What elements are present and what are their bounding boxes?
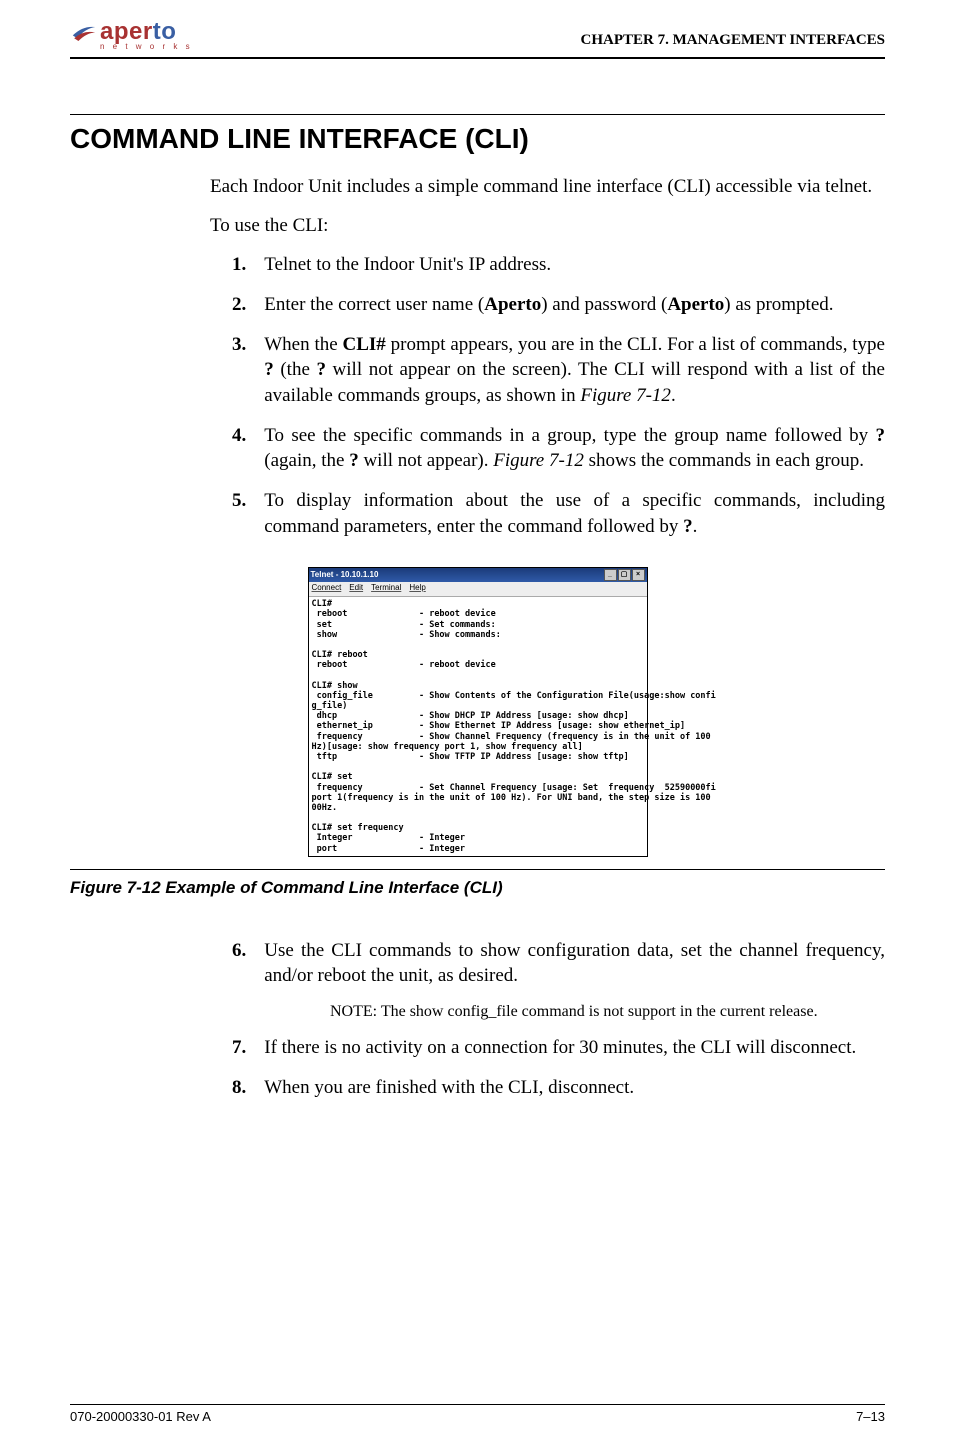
- maximize-icon: ▢: [618, 569, 631, 581]
- menu-help: Help: [409, 583, 425, 595]
- figure-rule: [70, 869, 885, 870]
- logo-subtext: n e t w o r k s: [100, 43, 193, 51]
- step-2-text: Enter the correct user name (Aperto) and…: [264, 292, 833, 318]
- step-7: 7.If there is no activity on a connectio…: [232, 1035, 885, 1061]
- lead-paragraph: To use the CLI:: [210, 214, 885, 239]
- footer-right: 7–13: [856, 1409, 885, 1424]
- minimize-icon: _: [604, 569, 617, 581]
- logo-text-red: aper: [100, 18, 153, 45]
- step-8: 8.When you are finished with the CLI, di…: [232, 1075, 885, 1101]
- terminal-title: Telnet - 10.10.1.10: [311, 570, 379, 580]
- menu-connect: Connect: [312, 583, 342, 595]
- step-2: 2. Enter the correct user name (Aperto) …: [232, 292, 885, 318]
- step-7-text: If there is no activity on a connection …: [264, 1035, 856, 1061]
- page-footer: 070-20000330-01 Rev A 7–13: [70, 1404, 885, 1424]
- step-6: 6.Use the CLI commands to show configura…: [232, 938, 885, 989]
- page-header: aperto n e t w o r k s CHAPTER 7. MANAGE…: [70, 20, 885, 51]
- step-4: 4. To see the specific commands in a gro…: [232, 423, 885, 474]
- step-list-3: 7.If there is no activity on a connectio…: [232, 1035, 885, 1100]
- step-3-text: When the CLI# prompt appears, you are in…: [264, 332, 885, 409]
- footer-left: 070-20000330-01 Rev A: [70, 1409, 211, 1424]
- figure-caption: Figure 7-12 Example of Command Line Inte…: [70, 878, 885, 898]
- logo: aperto n e t w o r k s: [70, 20, 193, 51]
- terminal-window: Telnet - 10.10.1.10 _ ▢ × Connect Edit T…: [308, 567, 648, 857]
- step-3: 3. When the CLI# prompt appears, you are…: [232, 332, 885, 409]
- section-rule: [70, 114, 885, 115]
- intro-paragraph: Each Indoor Unit includes a simple comma…: [210, 175, 885, 200]
- section-title: COMMAND LINE INTERFACE (CLI): [70, 123, 885, 155]
- close-icon: ×: [632, 569, 645, 581]
- step-list: 1.Telnet to the Indoor Unit's IP address…: [232, 252, 885, 539]
- window-controls: _ ▢ ×: [604, 569, 645, 581]
- step-4-text: To see the specific commands in a group,…: [264, 423, 885, 474]
- terminal-figure: Telnet - 10.10.1.10 _ ▢ × Connect Edit T…: [308, 567, 648, 857]
- step-8-text: When you are finished with the CLI, disc…: [264, 1075, 634, 1101]
- note: NOTE: The show config_file command is no…: [330, 1003, 885, 1021]
- terminal-titlebar: Telnet - 10.10.1.10 _ ▢ ×: [309, 568, 647, 582]
- step-list-2: 6.Use the CLI commands to show configura…: [232, 938, 885, 989]
- step-6-text: Use the CLI commands to show configurati…: [264, 938, 885, 989]
- step-5: 5. To display information about the use …: [232, 488, 885, 539]
- step-5-text: To display information about the use of …: [264, 488, 885, 539]
- terminal-body: CLI# reboot - reboot device set - Set co…: [309, 597, 647, 856]
- menu-edit: Edit: [349, 583, 363, 595]
- swoosh-icon: [70, 20, 98, 48]
- step-1-text: Telnet to the Indoor Unit's IP address.: [264, 252, 551, 278]
- terminal-menubar: Connect Edit Terminal Help: [309, 582, 647, 597]
- chapter-label: CHAPTER 7. MANAGEMENT INTERFACES: [581, 32, 885, 49]
- header-rule: [70, 57, 885, 59]
- logo-text-blue: to: [153, 18, 177, 45]
- menu-terminal: Terminal: [371, 583, 401, 595]
- step-1: 1.Telnet to the Indoor Unit's IP address…: [232, 252, 885, 278]
